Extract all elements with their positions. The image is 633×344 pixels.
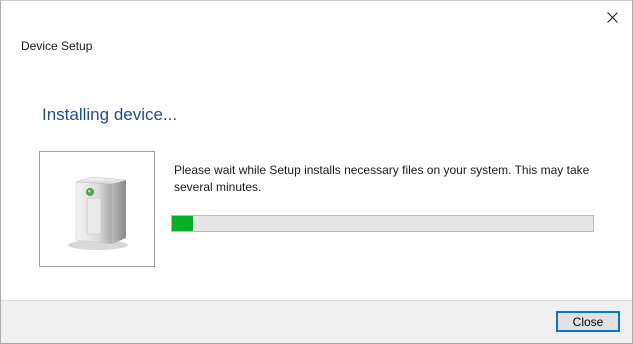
- close-button[interactable]: Close: [556, 311, 620, 332]
- status-message: Please wait while Setup installs necessa…: [174, 163, 590, 194]
- device-image-frame: [39, 151, 155, 267]
- close-window-icon[interactable]: [602, 7, 622, 27]
- external-drive-icon: [68, 176, 128, 250]
- dialog-footer: Close: [1, 300, 632, 343]
- page-heading: Installing device...: [42, 105, 178, 124]
- device-setup-window: Device Setup Installing device... Please…: [0, 0, 633, 344]
- progress-bar-fill: [172, 216, 194, 231]
- close-x-glyph: [606, 11, 618, 23]
- window-title: Device Setup: [21, 39, 93, 53]
- progress-bar: [171, 215, 594, 232]
